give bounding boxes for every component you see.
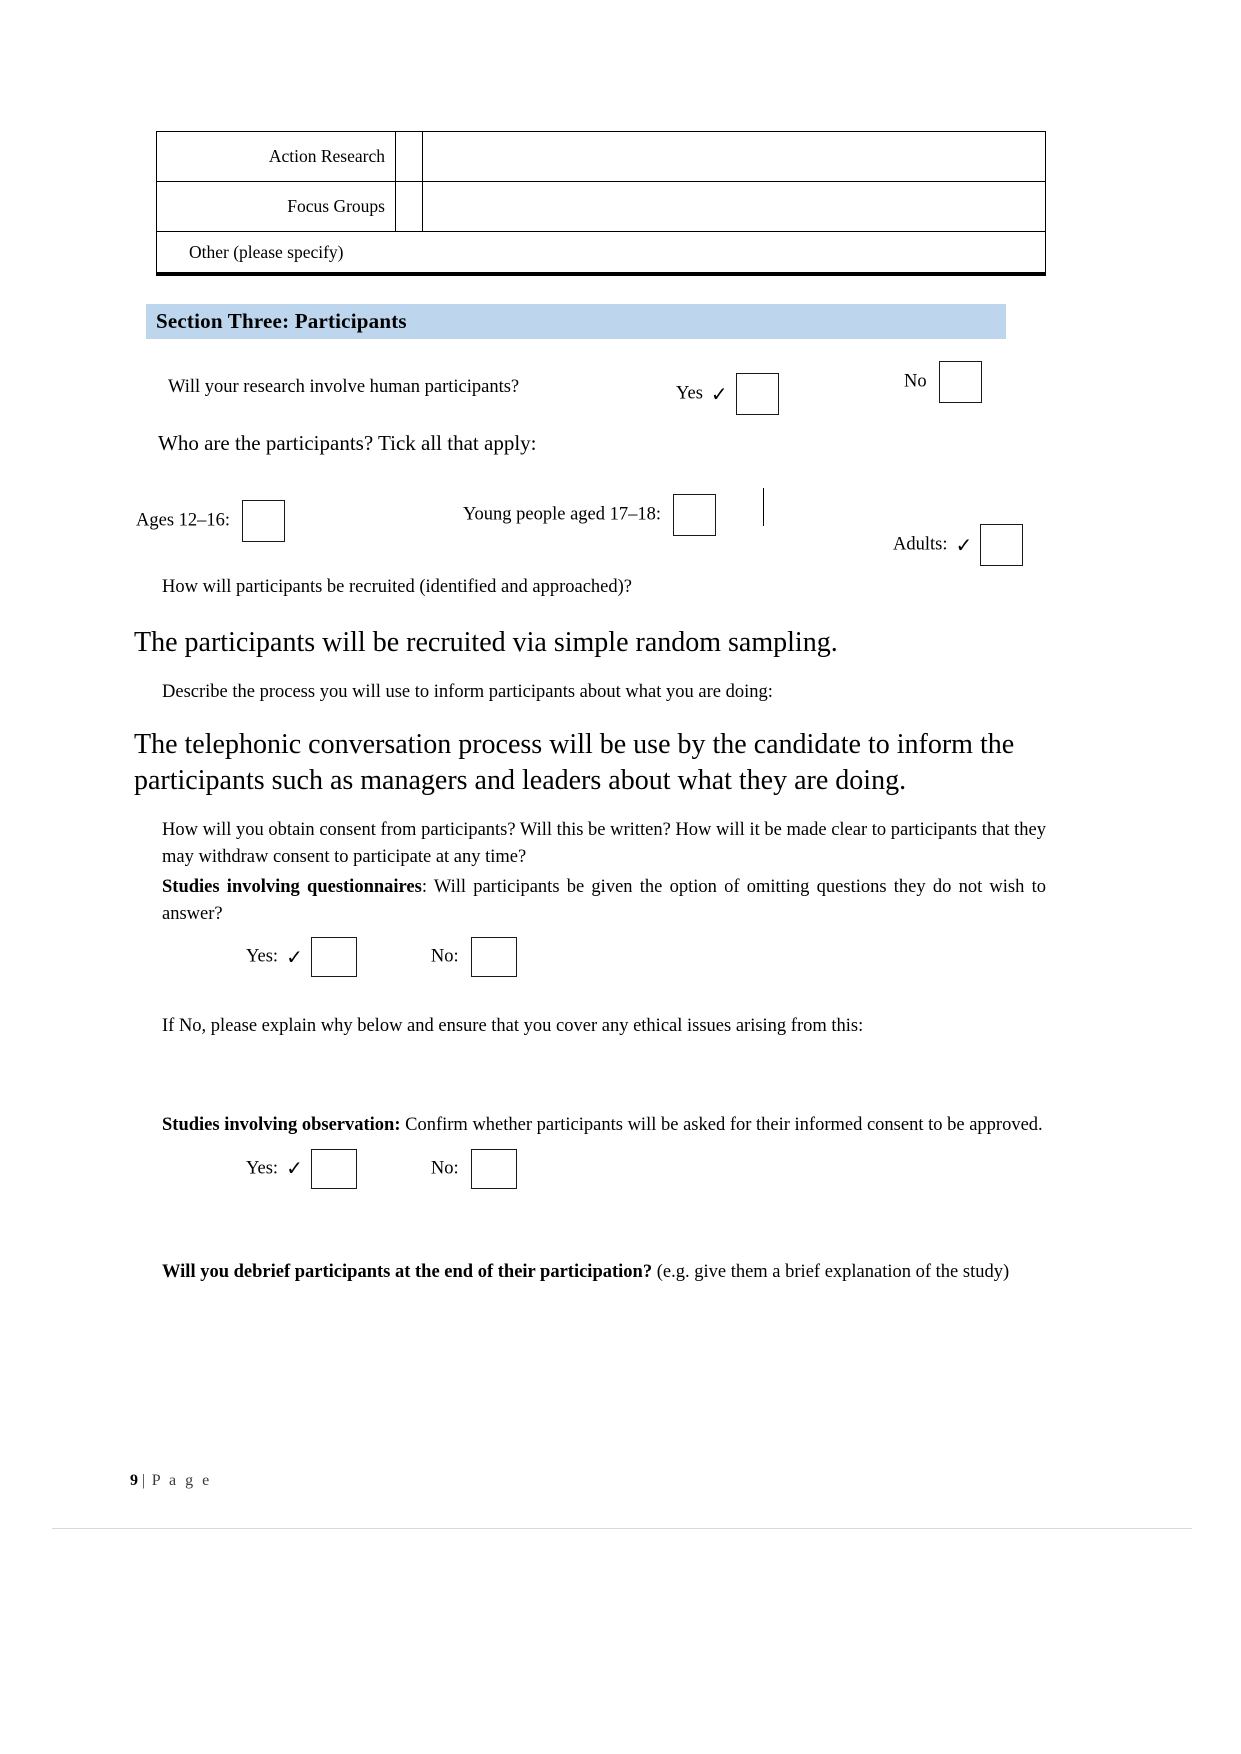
method-detail-focus-groups[interactable] <box>422 181 1046 232</box>
table-row: Other (please specify) <box>156 231 1046 273</box>
no-label: No <box>904 371 927 392</box>
table-row: Focus Groups <box>156 181 1046 232</box>
age-option-adults-label: Adults: <box>893 534 948 555</box>
method-label-action-research: Action Research <box>156 131 396 182</box>
footer-page-word: P a g e <box>151 1472 212 1489</box>
questionnaires-no-check-mark-icon <box>463 946 471 968</box>
table-bottom-rule <box>156 273 1046 276</box>
questionnaires-bold-lead: Studies involving questionnaires <box>162 876 422 897</box>
human-participants-yes-group: Yes ✓ <box>676 373 779 415</box>
human-participants-yes-checkbox[interactable] <box>735 373 779 415</box>
age-12-16-check-mark-icon <box>234 510 242 532</box>
age-option-12-16-label: Ages 12–16: <box>136 510 231 531</box>
footer-divider <box>52 1528 1192 1529</box>
observation-yes-checkbox[interactable] <box>310 1148 357 1189</box>
human-participants-question: Will your research involve human partici… <box>168 377 520 397</box>
research-methods-table: Action Research Focus Groups Other (plea… <box>156 131 1046 273</box>
method-label-other[interactable]: Other (please specify) <box>156 231 1046 273</box>
observation-yesno-row: Yes: ✓ No: <box>246 1148 1046 1189</box>
page-content: Action Research Focus Groups Other (plea… <box>134 131 1046 1286</box>
recruitment-answer[interactable]: The participants will be recruited via s… <box>134 625 1046 661</box>
method-label-focus-groups: Focus Groups <box>156 181 396 232</box>
recruitment-question: How will participants be recruited (iden… <box>162 577 633 597</box>
method-tick-action-research[interactable] <box>395 131 423 182</box>
age-option-12-16-checkbox[interactable] <box>242 500 286 542</box>
section-heading-text: Section Three: Participants <box>156 309 407 333</box>
method-detail-action-research[interactable] <box>422 131 1046 182</box>
adults-check-mark-icon: ✓ <box>955 534 973 557</box>
page-footer: 9 | P a g e <box>130 1472 1110 1490</box>
observation-yes-label: Yes: <box>246 1158 279 1179</box>
check-mark-icon: ✓ <box>710 383 728 406</box>
who-participants-prompt: Who are the participants? Tick all that … <box>158 431 537 455</box>
age-option-adults: Adults: ✓ <box>893 524 1024 566</box>
if-no-explanation-prompt: If No, please explain why below and ensu… <box>162 1016 864 1037</box>
observation-no-check-mark-icon <box>463 1157 471 1179</box>
document-page: Action Research Focus Groups Other (plea… <box>0 0 1241 1754</box>
observation-question-rest: Confirm whether participants will be ask… <box>400 1115 1043 1136</box>
questionnaires-yes-checkbox[interactable] <box>310 937 357 978</box>
age-option-17-18: Young people aged 17–18: <box>463 494 717 536</box>
human-participants-no-checkbox[interactable] <box>938 361 982 403</box>
participant-age-options-row: Ages 12–16: Young people aged 17–18: Adu… <box>136 470 1046 566</box>
questionnaires-no-label: No: <box>430 946 459 967</box>
debrief-question: Will you debrief participants at the end… <box>162 1259 1046 1286</box>
age-option-17-18-checkbox[interactable] <box>673 494 717 536</box>
yes-label: Yes <box>676 383 703 404</box>
debrief-bold-lead: Will you debrief participants at the end… <box>162 1261 653 1282</box>
observation-yes-check-mark-icon: ✓ <box>286 1158 303 1181</box>
age-option-adults-checkbox[interactable] <box>980 524 1024 566</box>
debrief-question-rest: (e.g. give them a brief explanation of t… <box>652 1261 1010 1282</box>
age-option-12-16: Ages 12–16: <box>136 500 286 542</box>
observation-question: Studies involving observation: Confirm w… <box>162 1112 1046 1139</box>
inform-process-question: Describe the process you will use to inf… <box>162 681 773 702</box>
no-check-mark-icon <box>931 371 939 393</box>
footer-page-number: 9 <box>130 1472 138 1489</box>
observation-no-label: No: <box>430 1158 459 1179</box>
questionnaires-yesno-row: Yes: ✓ No: <box>246 937 1046 978</box>
observation-no-checkbox[interactable] <box>470 1148 517 1189</box>
age-option-17-18-label: Young people aged 17–18: <box>463 504 662 525</box>
questionnaires-yes-check-mark-icon: ✓ <box>286 946 303 969</box>
method-tick-focus-groups[interactable] <box>395 181 423 232</box>
human-participants-row: Will your research involve human partici… <box>156 355 1046 417</box>
questionnaires-question: Studies involving questionnaires: Will p… <box>162 874 1046 928</box>
questionnaires-yes-label: Yes: <box>246 946 279 967</box>
inform-process-answer[interactable]: The telephonic conversation process will… <box>134 727 1046 799</box>
consent-question: How will you obtain consent from partici… <box>162 820 1046 867</box>
age-17-18-check-mark-icon <box>665 504 673 526</box>
footer-separator: | <box>142 1472 148 1489</box>
human-participants-no-group: No <box>904 361 982 403</box>
observation-bold-lead: Studies involving observation: <box>162 1115 401 1136</box>
vertical-divider <box>763 488 764 526</box>
section-three-header: Section Three: Participants <box>146 304 1006 339</box>
table-row: Action Research <box>156 131 1046 182</box>
questionnaires-no-checkbox[interactable] <box>470 937 517 978</box>
